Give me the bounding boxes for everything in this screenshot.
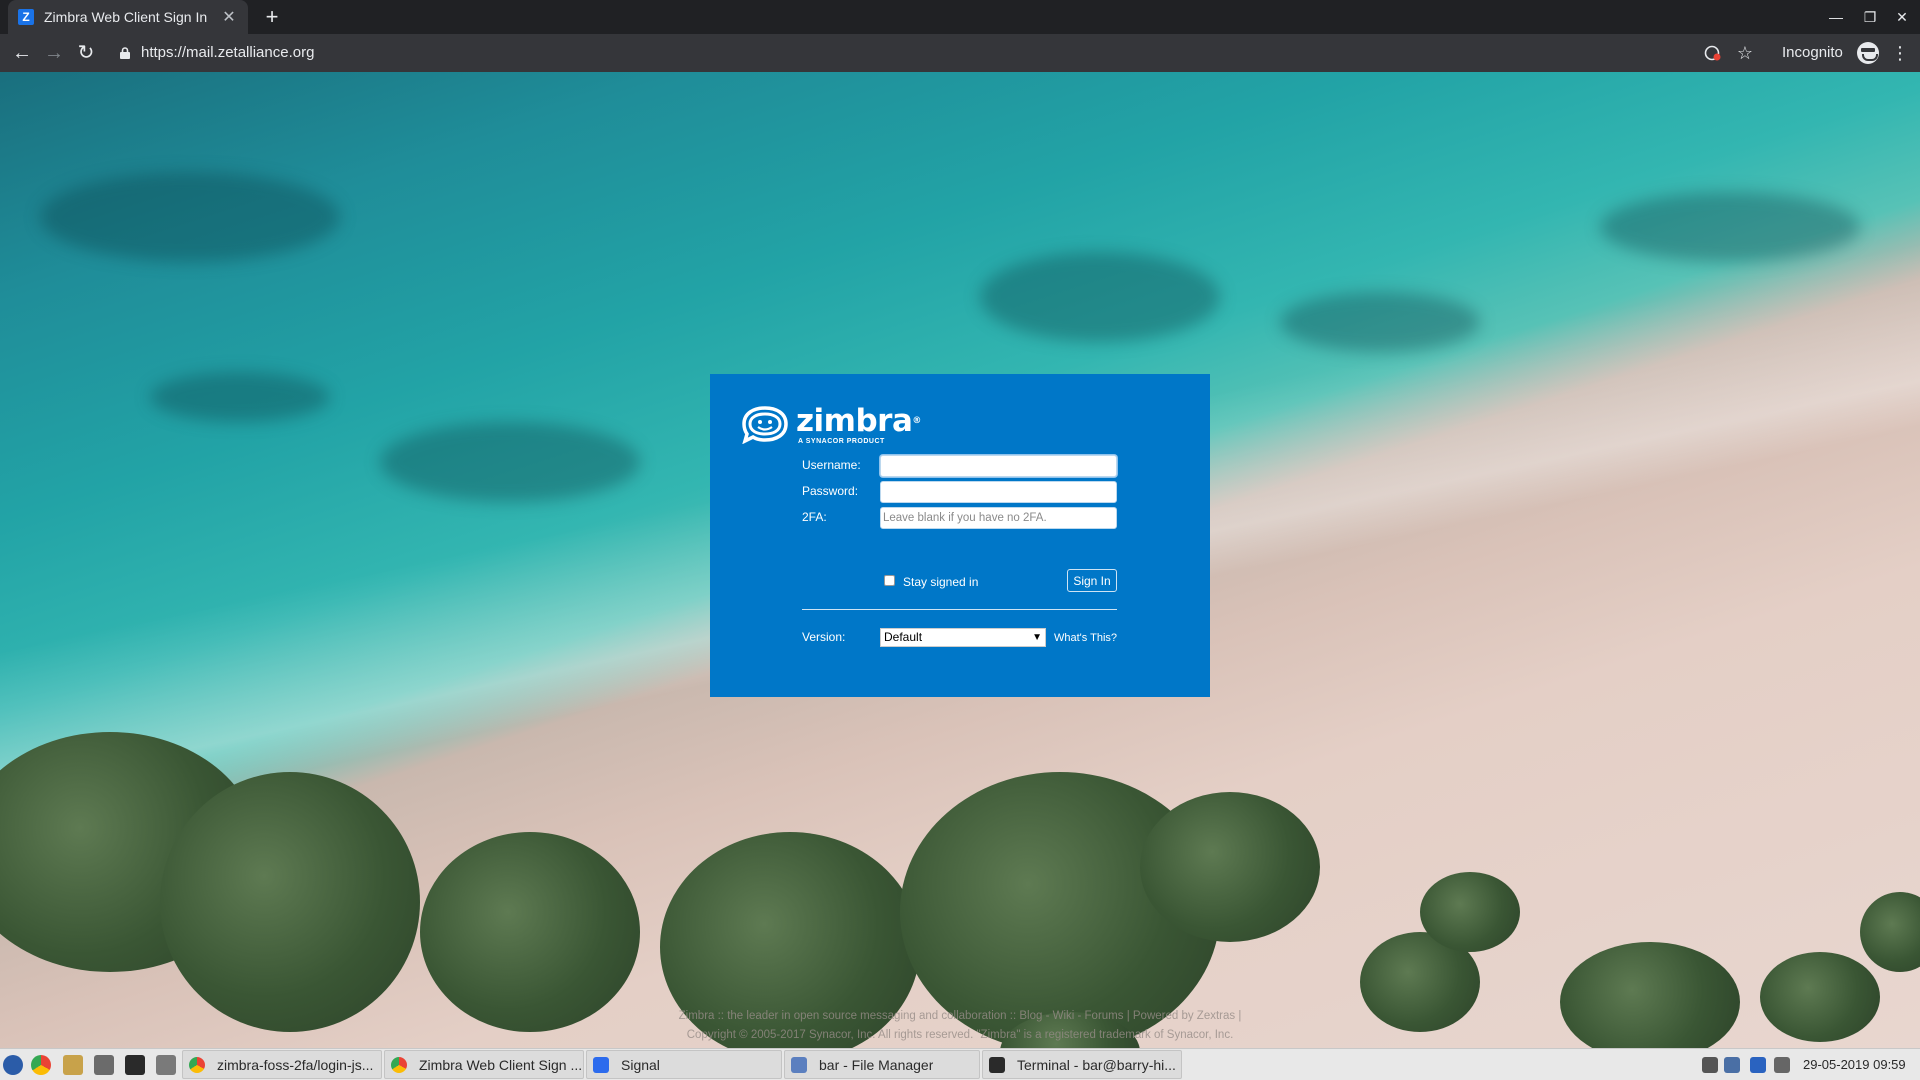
whats-this-link[interactable]: What's This? (1054, 632, 1117, 644)
tab-close-icon[interactable]: ✕ (220, 7, 238, 27)
new-tab-plus-icon[interactable]: + (258, 3, 286, 31)
stay-signed-in-label: Stay signed in (903, 575, 979, 589)
bluetooth-icon[interactable] (1750, 1057, 1766, 1073)
taskbar-item[interactable]: Zimbra Web Client Sign ... (384, 1050, 584, 1079)
version-select-value: Default (884, 630, 923, 644)
taskbar-item[interactable]: bar - File Manager (784, 1050, 980, 1079)
incognito-label: Incognito (1782, 44, 1843, 61)
browser-toolbar: ← → ↻ https://mail.zetalliance.org ☆ Inc… (0, 34, 1920, 72)
version-select[interactable]: Default ▼ (880, 628, 1046, 647)
tab-title: Zimbra Web Client Sign In (44, 9, 208, 25)
notes-launcher-icon[interactable] (63, 1055, 83, 1075)
calculator-launcher-icon[interactable] (94, 1055, 114, 1075)
volume-icon[interactable] (1774, 1057, 1790, 1073)
dropdown-arrow-icon: ▼ (1032, 632, 1042, 643)
desktop-taskbar: zimbra-foss-2fa/login-js... Zimbra Web C… (0, 1048, 1920, 1080)
display-tray-icon[interactable] (1724, 1057, 1740, 1073)
signal-icon (593, 1056, 609, 1073)
browser-tab-strip: Z Zimbra Web Client Sign In ✕ + — ❐ ✕ (0, 0, 1920, 34)
chrome-icon (189, 1056, 205, 1073)
stay-signed-in-option[interactable]: Stay signed in (884, 572, 978, 589)
zimbra-logo: zimbra® A SYNACOR PRODUCT (738, 404, 921, 448)
clock[interactable]: 29-05-2019 09:59 (1803, 1057, 1906, 1072)
files-launcher-icon[interactable] (156, 1055, 176, 1075)
form-divider (802, 609, 1117, 610)
network-tray-icon[interactable] (1702, 1057, 1718, 1073)
page-footer-line2: Copyright © 2005-2017 Synacor, Inc. All … (686, 1029, 1234, 1041)
folder-icon (791, 1056, 807, 1073)
logo-wordmark: zimbra® (796, 403, 921, 439)
twofa-label: 2FA: (802, 510, 827, 524)
version-label: Version: (802, 630, 846, 644)
address-bar-url[interactable]: https://mail.zetalliance.org (141, 44, 314, 61)
username-label: Username: (802, 458, 861, 472)
restore-icon[interactable]: ❐ (1854, 0, 1886, 34)
page-footer-line1: Zimbra :: the leader in open source mess… (678, 1010, 1242, 1022)
chrome-icon (391, 1056, 407, 1073)
sign-in-button[interactable]: Sign In (1067, 569, 1117, 592)
zimbra-smiley-icon (742, 406, 788, 444)
back-arrow-icon[interactable]: ← (8, 39, 36, 67)
reload-icon[interactable]: ↻ (72, 39, 100, 67)
terminal-launcher-icon[interactable] (125, 1055, 145, 1075)
minimize-icon[interactable]: — (1820, 0, 1852, 34)
login-panel: zimbra® A SYNACOR PRODUCT Username: Pass… (710, 374, 1210, 697)
terminal-icon (989, 1056, 1005, 1073)
logo-tagline: A SYNACOR PRODUCT (798, 438, 885, 445)
twofa-input[interactable] (880, 507, 1117, 529)
bookmark-star-icon[interactable]: ☆ (1731, 39, 1759, 67)
zimbra-favicon-icon: Z (18, 9, 34, 25)
password-input[interactable] (880, 481, 1117, 503)
browser-menu-icon[interactable]: ⋮ (1886, 39, 1914, 67)
incognito-icon[interactable] (1857, 42, 1879, 64)
taskbar-item[interactable]: Signal (586, 1050, 782, 1079)
app-menu-icon[interactable] (3, 1055, 23, 1075)
username-input[interactable] (880, 455, 1117, 477)
password-label: Password: (802, 484, 859, 498)
page-viewport: zimbra® A SYNACOR PRODUCT Username: Pass… (0, 72, 1920, 1048)
cookie-blocked-icon[interactable] (1704, 45, 1722, 61)
close-window-icon[interactable]: ✕ (1886, 0, 1918, 34)
browser-tab-active[interactable]: Z Zimbra Web Client Sign In ✕ (8, 0, 248, 34)
lock-icon (120, 47, 130, 59)
taskbar-item[interactable]: zimbra-foss-2fa/login-js... (182, 1050, 382, 1079)
forward-arrow-icon[interactable]: → (40, 39, 68, 67)
stay-signed-in-checkbox[interactable] (884, 575, 895, 586)
taskbar-item[interactable]: Terminal - bar@barry-hi... (982, 1050, 1182, 1079)
chrome-launcher-icon[interactable] (31, 1055, 51, 1075)
